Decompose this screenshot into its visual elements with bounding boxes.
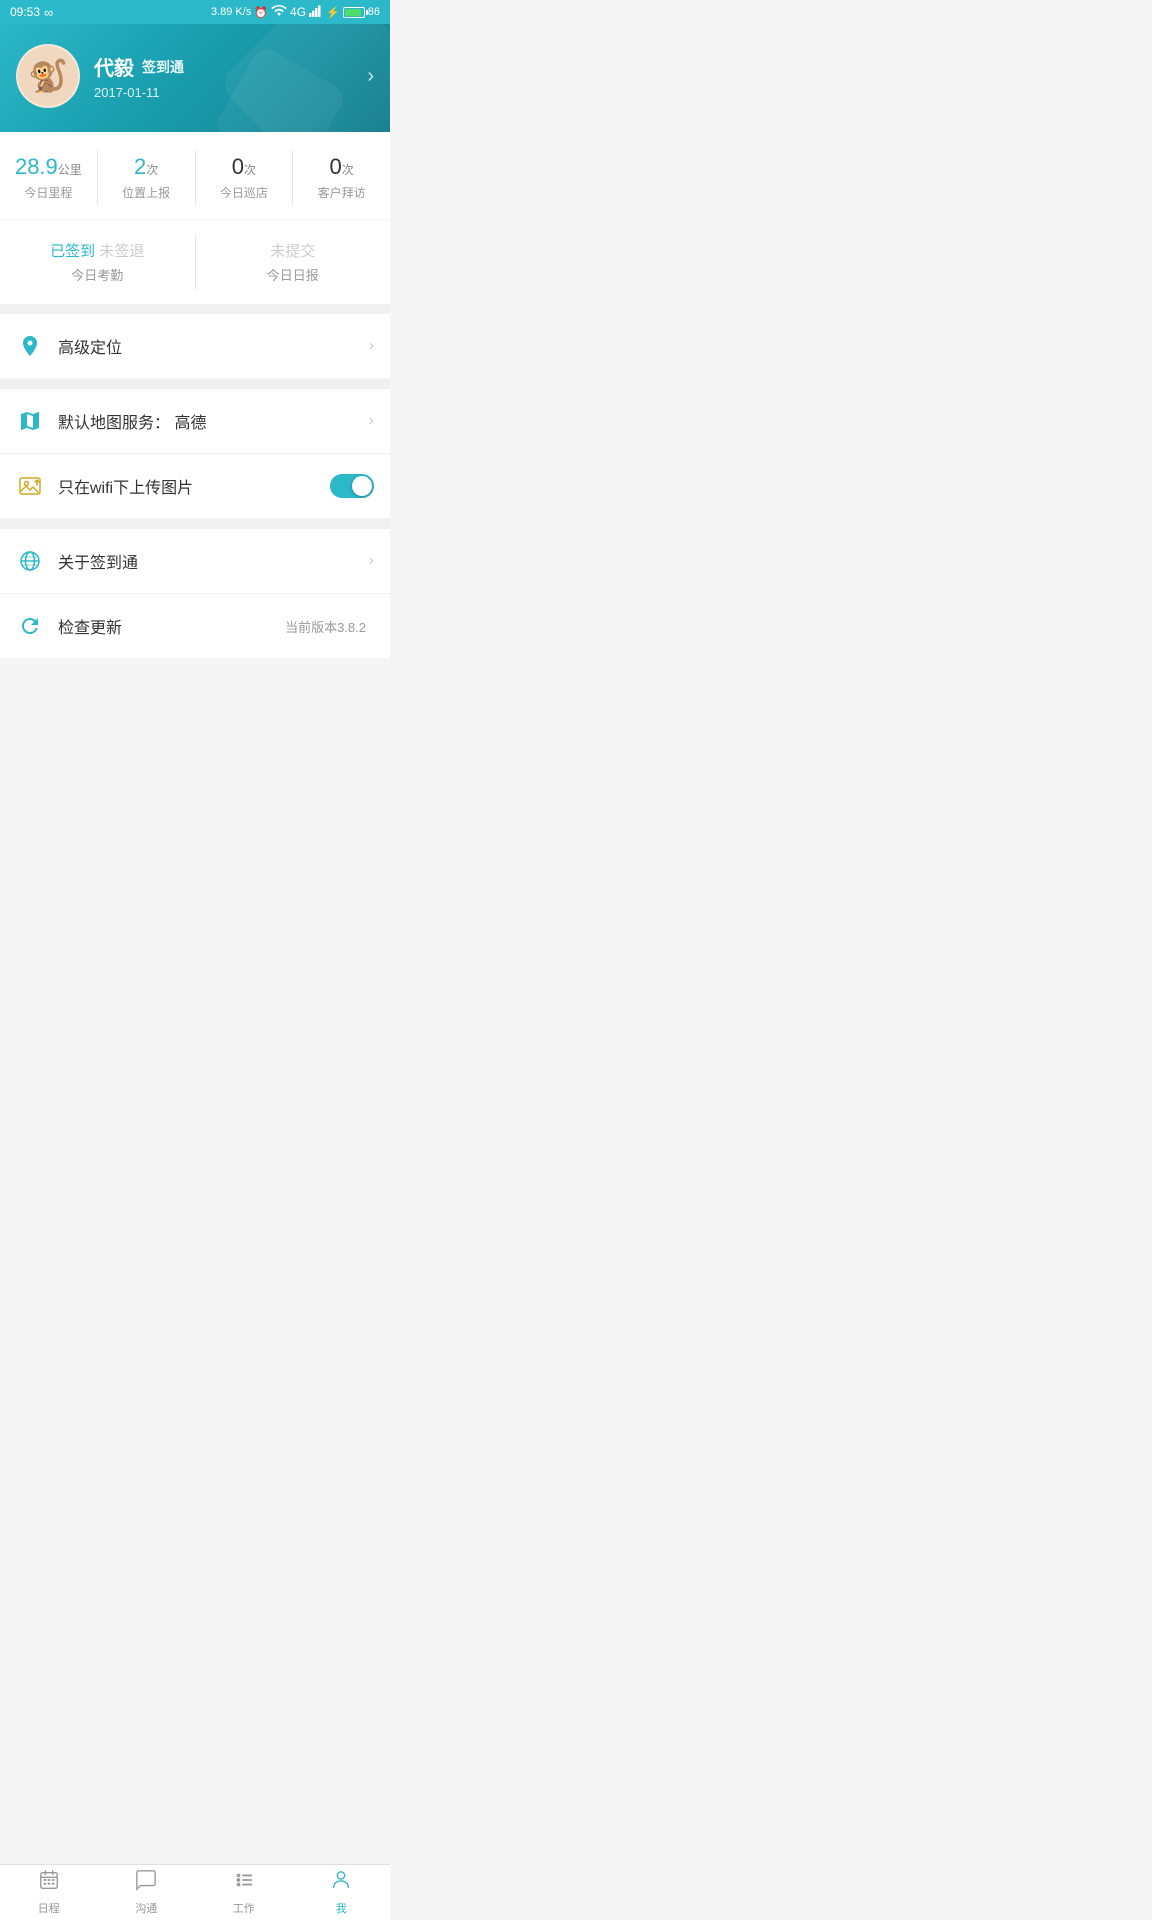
map-icon [16,407,44,435]
schedule-icon [38,1869,60,1897]
globe-icon [16,547,44,575]
signal-bars [309,5,323,20]
nav-label-me: 我 [336,1900,347,1916]
battery-level: 86 [368,6,380,18]
daily-report-label: 今日日报 [208,265,379,284]
profile-header[interactable]: 🐒 代毅 签到通 2017-01-11 › [0,24,390,132]
signed-in-text: 已签到 [50,243,95,260]
daily-report-status: 未提交 [208,240,379,261]
menu-section-about: 关于签到通 › 检查更新 当前版本3.8.2 [0,529,390,658]
menu-value-version: 当前版本3.8.2 [285,617,366,636]
status-bar: 09:53 ∞ 3.89 K/s ⏰ 4G ⚡ 86 [0,0,390,24]
divider-2 [0,379,390,389]
alarm-icon: ⏰ [254,6,268,19]
toggle-knob [352,476,372,496]
menu-item-wifi-upload[interactable]: 只在wifi下上传图片 [0,454,390,518]
stat-patrol-value: 0次 [204,154,285,180]
loop-icon: ∞ [44,5,53,20]
speed: 3.89 K/s [211,6,251,18]
header-date: 2017-01-11 [94,85,184,100]
menu-section-map: 默认地图服务： 高德 › 只在wifi下上传图片 [0,389,390,518]
nav-label-work: 工作 [233,1900,255,1916]
location-icon [16,332,44,360]
nav-item-work[interactable]: 工作 [195,1865,293,1920]
status-right: 3.89 K/s ⏰ 4G ⚡ 86 [211,5,380,20]
attendance-report: 未提交 今日日报 [196,234,391,290]
menu-arrow-location: › [369,337,374,355]
stat-visit-value: 0次 [301,154,382,180]
nav-item-schedule[interactable]: 日程 [0,1865,98,1920]
attendance-row: 已签到 未签退 今日考勤 未提交 今日日报 [0,234,390,290]
menu-arrow-map: › [369,412,374,430]
menu-item-about[interactable]: 关于签到通 › [0,529,390,594]
nav-item-chat[interactable]: 沟通 [98,1865,196,1920]
time: 09:53 [10,5,40,19]
attendance-label: 今日考勤 [12,265,183,284]
menu-section-location: 高级定位 › [0,314,390,378]
stat-visit: 0次 客户拜访 [293,150,390,205]
wifi-upload-toggle[interactable] [330,474,374,498]
menu-label-about: 关于签到通 [58,549,369,573]
attendance-checkin: 已签到 未签退 今日考勤 [0,234,196,290]
stats-row: 28.9公里 今日里程 2次 位置上报 0次 今日巡店 0次 客户 [0,150,390,205]
stat-report: 2次 位置上报 [98,150,196,205]
image-upload-icon [16,472,44,500]
signal-icon: 4G [290,5,306,19]
menu-label-wifi-upload: 只在wifi下上传图片 [58,474,330,498]
stat-mileage: 28.9公里 今日里程 [0,150,98,205]
stat-report-label: 位置上报 [106,184,187,201]
stat-patrol: 0次 今日巡店 [196,150,294,205]
menu-label-map: 默认地图服务： 高德 [58,409,369,433]
chat-icon [135,1869,157,1897]
nav-label-chat: 沟通 [135,1900,157,1916]
stats-section: 28.9公里 今日里程 2次 位置上报 0次 今日巡店 0次 客户 [0,132,390,219]
stat-patrol-label: 今日巡店 [204,184,285,201]
menu-label-location: 高级定位 [58,334,369,358]
nav-label-schedule: 日程 [38,1900,60,1916]
menu-label-update: 检查更新 [58,614,285,638]
avatar: 🐒 [16,44,80,108]
refresh-icon [16,612,44,640]
lightning-icon: ⚡ [326,6,340,19]
menu-arrow-about: › [369,552,374,570]
bottom-nav: 日程 沟通 工作 我 [0,1864,390,1920]
header-info: 代毅 签到通 2017-01-11 [94,52,184,100]
wifi-icon [271,5,287,20]
menu-item-location[interactable]: 高级定位 › [0,314,390,378]
attendance-status: 已签到 未签退 [12,240,183,261]
battery-icon [343,7,365,18]
not-signed-out-text: 未签退 [99,243,144,260]
divider-1 [0,304,390,314]
status-left: 09:53 ∞ [10,5,53,20]
attendance-section: 已签到 未签退 今日考勤 未提交 今日日报 [0,220,390,304]
nav-item-me[interactable]: 我 [293,1865,391,1920]
header-left: 🐒 代毅 签到通 2017-01-11 [16,44,184,108]
stat-mileage-value: 28.9公里 [8,154,89,180]
header-name: 代毅 签到通 [94,52,184,81]
stat-visit-label: 客户拜访 [301,184,382,201]
work-icon [233,1869,255,1897]
profile-arrow[interactable]: › [367,65,374,88]
divider-3 [0,519,390,529]
menu-item-update[interactable]: 检查更新 当前版本3.8.2 [0,594,390,658]
stat-report-value: 2次 [106,154,187,180]
menu-item-map[interactable]: 默认地图服务： 高德 › [0,389,390,454]
me-icon [330,1869,352,1897]
stat-mileage-label: 今日里程 [8,184,89,201]
